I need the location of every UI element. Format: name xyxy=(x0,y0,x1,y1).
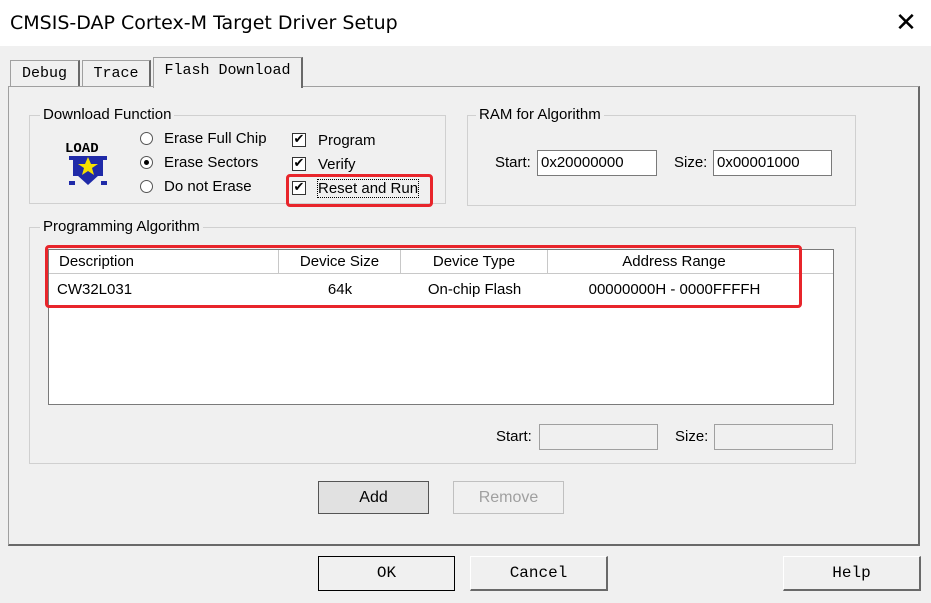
ram-start-label: Start: xyxy=(495,154,531,171)
column-header-address-range[interactable]: Address Range xyxy=(548,250,801,274)
cell-device-size: 64k xyxy=(327,281,353,298)
tab-trace[interactable]: Trace xyxy=(82,60,151,87)
tab-flash-download-label: Flash Download xyxy=(164,62,291,79)
radio-button[interactable] xyxy=(140,180,153,193)
cell-address-range: 00000000H - 0000FFFFH xyxy=(588,281,761,298)
radio-label: Do not Erase xyxy=(164,178,252,195)
column-header-description[interactable]: Description xyxy=(49,250,279,274)
load-icon-text: LOAD xyxy=(65,141,99,157)
algorithm-list[interactable]: Description Device Size Device Type Addr… xyxy=(48,249,834,405)
algorithm-size-label: Size: xyxy=(675,428,709,445)
radio-label: Erase Sectors xyxy=(164,154,259,171)
add-button[interactable]: Add xyxy=(318,481,429,514)
ok-button[interactable]: OK xyxy=(318,556,455,591)
tab-debug[interactable]: Debug xyxy=(10,60,80,87)
help-button[interactable]: Help xyxy=(783,556,921,591)
cell-device-type: On-chip Flash xyxy=(427,281,522,298)
radio-button[interactable] xyxy=(140,156,153,169)
download-function-legend: Download Function xyxy=(40,106,175,123)
window-title: CMSIS-DAP Cortex-M Target Driver Setup xyxy=(10,12,398,34)
check-icon[interactable]: ✔ xyxy=(292,157,306,171)
close-icon[interactable]: ✕ xyxy=(889,6,923,40)
column-header-filler xyxy=(801,250,833,274)
check-icon[interactable]: ✔ xyxy=(292,181,306,195)
ram-size-input[interactable]: 0x00001000 xyxy=(713,150,832,176)
ram-size-label: Size: xyxy=(674,154,708,171)
radio-label: Erase Full Chip xyxy=(164,130,267,147)
column-header-device-size[interactable]: Device Size xyxy=(279,250,401,274)
algorithm-start-label: Start: xyxy=(496,428,532,445)
algorithm-size-input[interactable] xyxy=(714,424,833,450)
tab-flash-download[interactable]: Flash Download xyxy=(153,57,303,88)
column-header-device-type[interactable]: Device Type xyxy=(401,250,548,274)
remove-button[interactable]: Remove xyxy=(453,481,564,514)
title-bar: CMSIS-DAP Cortex-M Target Driver Setup ✕ xyxy=(0,0,931,46)
checkbox-label: Verify xyxy=(318,156,356,173)
programming-algorithm-legend: Programming Algorithm xyxy=(40,218,203,235)
algorithm-start-input[interactable] xyxy=(539,424,658,450)
check-icon[interactable]: ✔ xyxy=(292,133,306,147)
load-icon: LOAD xyxy=(63,137,113,187)
ram-for-algorithm-legend: RAM for Algorithm xyxy=(476,106,604,123)
tab-trace-label: Trace xyxy=(93,65,139,82)
tab-debug-label: Debug xyxy=(21,65,67,82)
cell-description: CW32L031 xyxy=(57,281,133,298)
cancel-button[interactable]: Cancel xyxy=(470,556,608,591)
table-row[interactable]: CW32L031 64k On-chip Flash 00000000H - 0… xyxy=(49,278,833,302)
checkbox-label: Reset and Run xyxy=(316,179,420,198)
ram-start-input[interactable]: 0x20000000 xyxy=(537,150,657,176)
checkbox-label: Program xyxy=(318,132,376,149)
radio-button[interactable] xyxy=(140,132,153,145)
